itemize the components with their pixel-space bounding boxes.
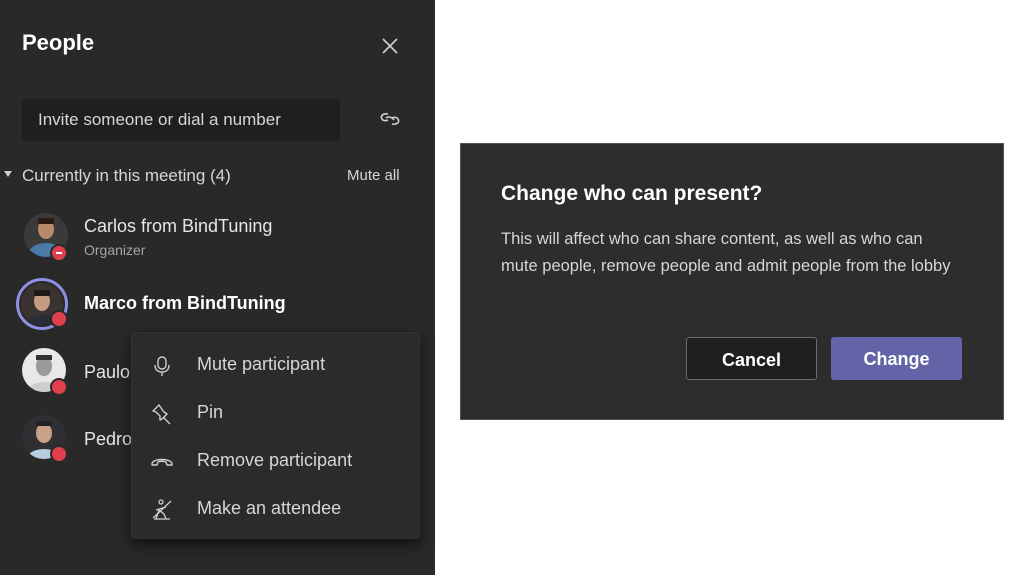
menu-item-label: Make an attendee (197, 498, 342, 518)
change-presenter-dialog: Change who can present? This will affect… (460, 143, 1004, 420)
participant-name: Pedro (84, 429, 133, 449)
menu-item-label: Remove participant (197, 450, 353, 470)
link-icon (380, 113, 400, 125)
participant-context-menu: Mute participant Pin Remove participant … (131, 332, 420, 539)
people-panel: People Currently in this meeting (4) Mut… (0, 0, 435, 575)
close-button[interactable] (380, 36, 400, 56)
share-link-button[interactable] (377, 108, 403, 130)
microphone-icon (154, 356, 170, 376)
panel-title: People (22, 30, 95, 55)
menu-item-label: Pin (197, 402, 224, 422)
mute-all-button[interactable]: Mute all (347, 167, 400, 184)
menu-item-remove-participant[interactable]: Remove participant (132, 439, 421, 485)
status-busy-icon (50, 378, 68, 396)
participant-item[interactable]: Marco from BindTuning (0, 280, 435, 330)
participant-item[interactable]: Carlos from BindTuning Organizer (0, 210, 435, 262)
menu-item-label: Mute participant (197, 354, 326, 374)
attendee-icon (152, 499, 172, 520)
participant-name: Marco from BindTuning (84, 293, 286, 313)
close-icon (382, 38, 398, 54)
status-busy-icon (50, 310, 68, 328)
section-label[interactable]: Currently in this meeting (4) (22, 166, 231, 186)
dialog-title: Change who can present? (501, 182, 763, 205)
cancel-button[interactable]: Cancel (686, 337, 817, 380)
invite-input[interactable] (22, 99, 340, 141)
hang-up-icon (151, 458, 173, 466)
menu-item-pin[interactable]: Pin (132, 391, 421, 437)
participant-name: Carlos from BindTuning (84, 216, 273, 236)
status-busy-icon (50, 445, 68, 463)
menu-item-mute-participant[interactable]: Mute participant (132, 343, 421, 389)
meeting-section-header: Currently in this meeting (4) Mute all (0, 165, 420, 189)
participant-role: Organizer (84, 242, 146, 258)
dialog-body: This will affect who can share content, … (501, 230, 951, 275)
participant-name: Paulo (84, 362, 131, 382)
pin-icon (152, 404, 171, 425)
collapse-caret-icon[interactable] (4, 171, 12, 177)
change-button[interactable]: Change (831, 337, 962, 380)
status-dnd-icon (50, 244, 68, 262)
menu-item-make-attendee[interactable]: Make an attendee (132, 487, 421, 533)
